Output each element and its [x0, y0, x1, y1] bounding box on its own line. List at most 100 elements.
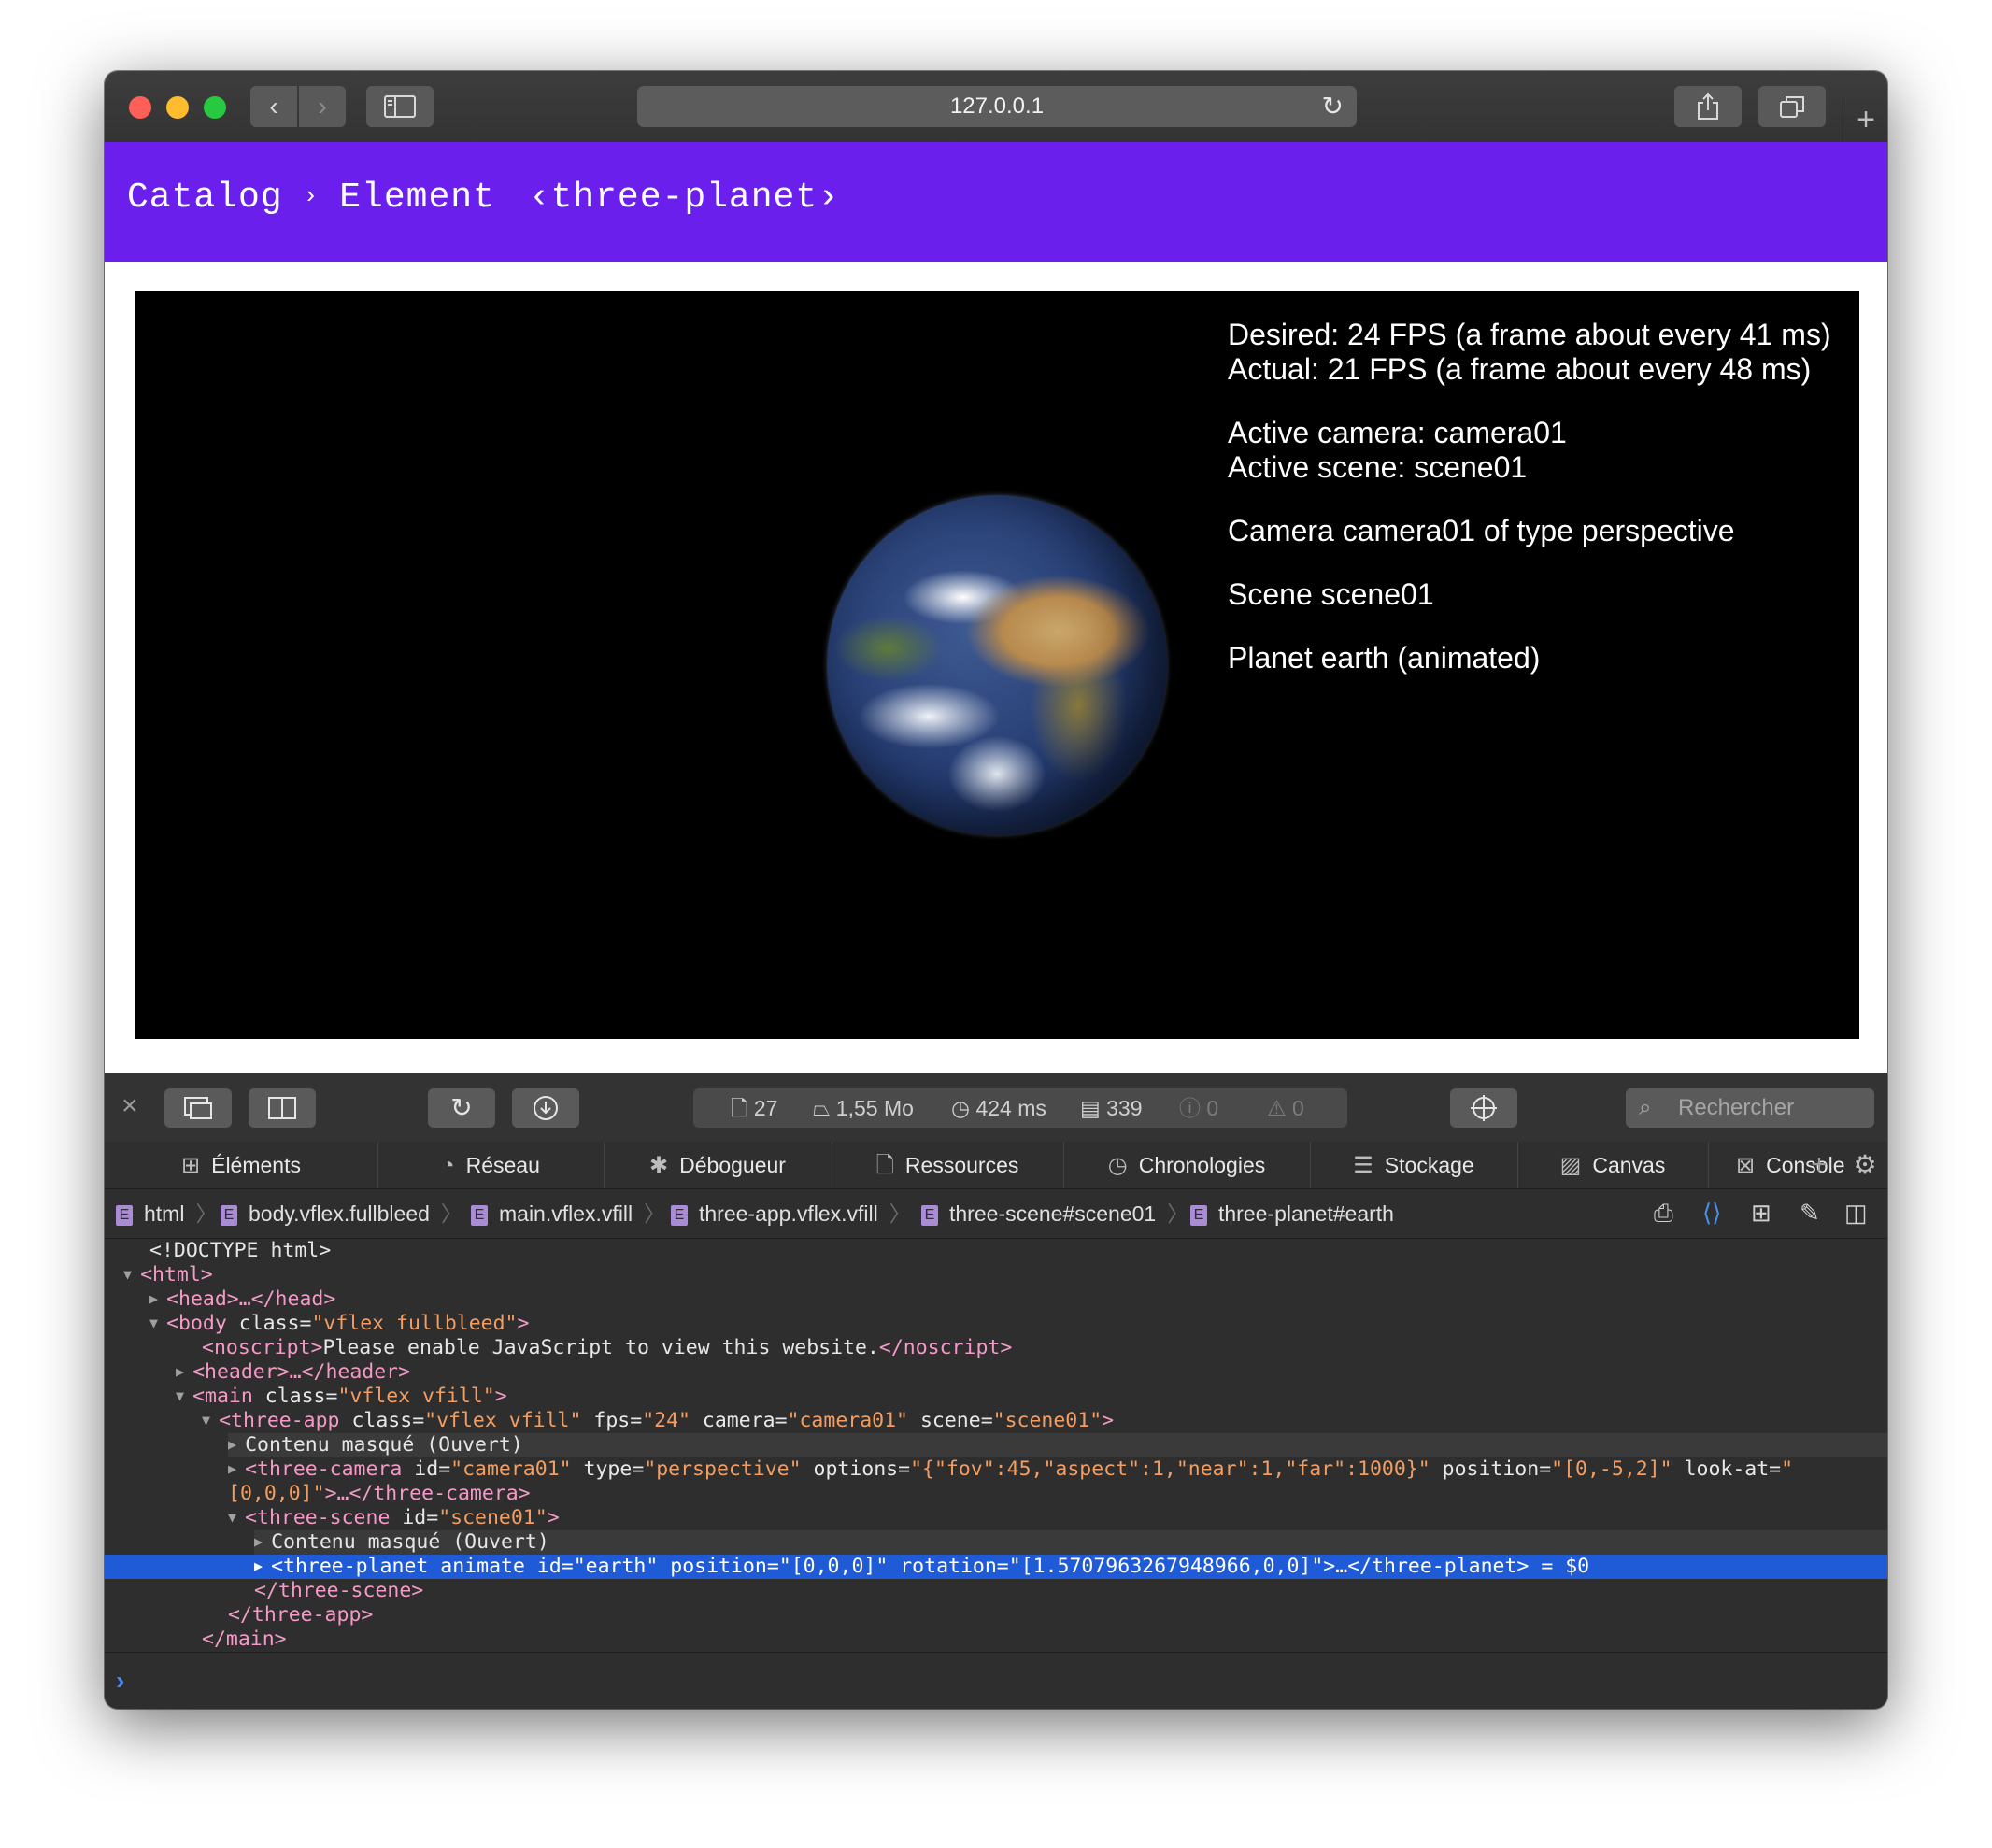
dock-side-icon — [268, 1097, 296, 1119]
dom-node-shadow-root-app[interactable]: ▶ Contenu masqué (Ouvert) — [228, 1433, 1887, 1457]
disclosure-open-icon[interactable]: ▼ — [149, 1315, 166, 1331]
disclosure-open-icon[interactable]: ▼ — [228, 1509, 245, 1526]
search-placeholder: Rechercher — [1678, 1095, 1795, 1120]
close-inspector-icon[interactable]: × — [121, 1090, 138, 1122]
tab-elements[interactable]: ⊞ Éléments — [105, 1142, 378, 1188]
breadcrumb-separator: › — [303, 182, 320, 210]
path-item-html[interactable]: Ehtml 〉 — [116, 1189, 217, 1238]
tab-timelines[interactable]: ◷ Chronologies — [1063, 1142, 1311, 1188]
tab-resources[interactable]: 🗋 Ressources — [832, 1142, 1064, 1188]
disclosure-closed-icon[interactable]: ▶ — [254, 1557, 271, 1574]
disclosure-closed-icon[interactable]: ▶ — [228, 1436, 245, 1453]
dom-node-three-planet-selected[interactable]: ▶ <three-planet animate id="earth" posit… — [105, 1555, 1887, 1579]
scene-info: Scene scene01 — [1228, 577, 1434, 611]
tab-storage[interactable]: ☰ Stockage — [1310, 1142, 1518, 1188]
print-icon[interactable]: ⎙ — [1654, 1199, 1673, 1229]
download-icon — [534, 1096, 558, 1120]
breadcrumb: Catalog › Element ‹three-planet› — [127, 178, 840, 218]
disclosure-open-icon[interactable]: ▼ — [176, 1387, 192, 1404]
inspector-search-input[interactable]: ⌕ Rechercher — [1626, 1088, 1874, 1128]
disclosure-closed-icon[interactable]: ▶ — [254, 1533, 271, 1550]
weight-icon: ⏢ — [813, 1096, 836, 1120]
inspector-settings-button[interactable]: ⚙ — [1843, 1142, 1887, 1188]
disclosure-open-icon[interactable]: ▼ — [202, 1412, 219, 1429]
warning-icon: ⚠ — [1267, 1096, 1293, 1120]
code-brackets-icon[interactable]: ⟨⟩ — [1702, 1199, 1721, 1228]
close-window-button[interactable] — [129, 96, 151, 119]
page-header: Catalog › Element ‹three-planet› — [105, 142, 1887, 262]
gear-icon: ⚙ — [1853, 1150, 1877, 1179]
element-picker-button[interactable] — [1450, 1088, 1517, 1128]
network-icon: ◔ — [441, 1153, 455, 1178]
active-camera: Active camera: camera01 — [1228, 416, 1567, 449]
console-icon: ⊠ — [1736, 1153, 1756, 1178]
tab-network[interactable]: ◔ Réseau — [377, 1142, 605, 1188]
page-stats[interactable]: 🗋 27 ⏢ 1,55 Mo ◷ 424 ms ▤ 339 ⓘ 0 ⚠ 0 — [693, 1088, 1347, 1128]
console-prompt-input[interactable]: › — [105, 1652, 1887, 1709]
path-item-three-app[interactable]: Ethree-app.vflex.vfill 〉 — [671, 1189, 911, 1238]
dom-node-main-close[interactable]: </main> — [105, 1628, 1887, 1652]
dom-node-three-app[interactable]: ▼ <three-app class="vflex vfill" fps="24… — [105, 1409, 1887, 1433]
disclosure-closed-icon[interactable]: ▶ — [149, 1290, 166, 1307]
add-tab-button[interactable]: + — [1796, 1142, 1843, 1188]
breadcrumb-element[interactable]: Element — [339, 178, 495, 218]
disclosure-closed-icon[interactable]: ▶ — [228, 1460, 245, 1477]
timelines-icon: ◷ — [1107, 1153, 1128, 1178]
title-bar: ‹ › 127.0.0.1 ↻ + — [105, 71, 1887, 143]
brush-icon[interactable]: ✎ — [1800, 1199, 1820, 1228]
back-button[interactable]: ‹ — [250, 86, 297, 127]
warning-count: ⚠ 0 — [1267, 1096, 1304, 1120]
breadcrumb-catalog[interactable]: Catalog — [127, 178, 283, 218]
tab-canvas[interactable]: ▨ Canvas — [1517, 1142, 1709, 1188]
address-bar[interactable]: 127.0.0.1 ↻ — [637, 86, 1357, 127]
load-time: ◷ 424 ms — [951, 1096, 1046, 1120]
path-item-three-planet[interactable]: Ethree-planet#earth — [1190, 1189, 1394, 1238]
error-icon: ⓘ — [1179, 1096, 1207, 1120]
three-viewport[interactable]: Desired: 24 FPS (a frame about every 41 … — [135, 291, 1859, 1039]
reload-icon: ↻ — [450, 1093, 473, 1122]
resources-count: 🗋 27 — [731, 1096, 778, 1120]
dom-node-header[interactable]: ▶ <header>…</header> — [105, 1360, 1887, 1385]
zoom-window-button[interactable] — [204, 96, 226, 119]
detach-icon — [184, 1097, 212, 1119]
share-button[interactable] — [1674, 86, 1742, 127]
element-icon: E — [471, 1205, 488, 1226]
path-item-three-scene[interactable]: Ethree-scene#scene01 〉 — [921, 1189, 1188, 1238]
detach-window-button[interactable] — [164, 1088, 232, 1128]
dom-node-three-scene-close[interactable]: </three-scene> — [105, 1579, 1887, 1603]
download-archive-button[interactable] — [512, 1088, 579, 1128]
path-item-body[interactable]: Ebody.vflex.fullbleed 〉 — [221, 1189, 462, 1238]
disclosure-closed-icon[interactable]: ▶ — [176, 1363, 192, 1380]
dom-node-noscript[interactable]: <noscript>Please enable JavaScript to vi… — [105, 1336, 1887, 1360]
reload-icon[interactable]: ↻ — [1322, 86, 1344, 127]
tab-overview-button[interactable] — [1758, 86, 1826, 127]
desired-fps: Desired: 24 FPS (a frame about every 41 … — [1228, 318, 1831, 351]
dom-node-three-scene[interactable]: ▼ <three-scene id="scene01"> — [105, 1506, 1887, 1530]
dom-path-bar: Ehtml 〉 Ebody.vflex.fullbleed 〉 Emain.vfle… — [105, 1189, 1887, 1239]
dom-node-doctype[interactable]: <!DOCTYPE html> — [105, 1239, 1887, 1263]
dom-node-head[interactable]: ▶ <head>…</head> — [105, 1287, 1887, 1312]
grid-icon[interactable]: ⊞ — [1751, 1199, 1771, 1228]
chevron-left-icon: ‹ — [269, 92, 278, 121]
dock-side-button[interactable] — [249, 1088, 316, 1128]
disclosure-open-icon[interactable]: ▼ — [123, 1266, 140, 1283]
details-sidebar-icon[interactable]: ◫ — [1844, 1199, 1868, 1228]
minimize-window-button[interactable] — [166, 96, 189, 119]
path-item-main[interactable]: Emain.vflex.vfill 〉 — [471, 1189, 665, 1238]
reload-page-button[interactable]: ↻ — [428, 1088, 495, 1128]
new-tab-button[interactable]: + — [1843, 97, 1887, 142]
search-icon: ⌕ — [1639, 1095, 1652, 1120]
storage-icon: ☰ — [1353, 1153, 1373, 1178]
dom-node-three-app-close[interactable]: </three-app> — [105, 1603, 1887, 1628]
dom-node-main[interactable]: ▼ <main class="vflex vfill"> — [105, 1385, 1887, 1409]
tab-debugger[interactable]: ✱ Débogueur — [604, 1142, 832, 1188]
dom-node-three-camera[interactable]: ▶ <three-camera id="camera01" type="pers… — [105, 1457, 1887, 1482]
dom-node-body[interactable]: ▼ <body class="vflex fullbleed"> — [105, 1312, 1887, 1336]
resources-icon: 🗋 — [875, 1153, 894, 1178]
forward-button[interactable]: › — [299, 86, 346, 127]
dom-node-html[interactable]: ▼ <html> — [105, 1263, 1887, 1287]
dom-node-shadow-root-scene[interactable]: ▶ Contenu masqué (Ouvert) — [254, 1530, 1887, 1555]
sidebar-button[interactable] — [366, 86, 434, 127]
element-icon: E — [116, 1205, 133, 1226]
inspector-toolbar: × ↻ 🗋 27 ⏢ 1,55 Mo ◷ 424 ms ▤ 339 ⓘ 0 ⚠ … — [105, 1073, 1887, 1144]
